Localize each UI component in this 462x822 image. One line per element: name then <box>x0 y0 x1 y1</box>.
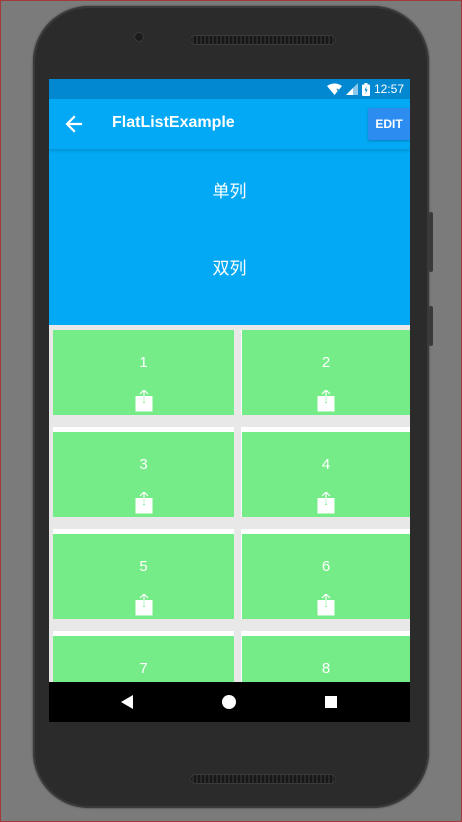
status-bar: 12:57 <box>49 79 410 99</box>
single-column-option[interactable]: 单列 <box>49 177 410 202</box>
list-item[interactable]: 5 <box>53 534 234 619</box>
share-icon[interactable] <box>317 390 335 412</box>
row-divider <box>49 619 410 631</box>
recents-square-icon <box>325 696 337 708</box>
bottom-speaker-grille <box>190 774 336 784</box>
grid-left-edge <box>49 325 53 682</box>
home-circle-icon <box>222 695 236 709</box>
front-camera <box>134 32 144 42</box>
double-column-option[interactable]: 双列 <box>49 254 410 279</box>
row-divider <box>49 415 410 427</box>
item-number: 7 <box>139 660 148 677</box>
list-item[interactable]: 2 <box>242 330 410 415</box>
item-number: 5 <box>139 558 148 575</box>
status-time: 12:57 <box>373 82 404 96</box>
share-icon[interactable] <box>317 594 335 616</box>
nav-home-button[interactable] <box>199 682 259 722</box>
column-divider <box>234 325 241 682</box>
top-speaker-grille <box>190 35 336 45</box>
nav-back-button[interactable] <box>97 682 157 722</box>
layout-options-panel: 单列 双列 <box>49 149 410 325</box>
app-screen: 12:57 FlatListExample EDIT 单列 双列 1 2 3 4… <box>49 79 410 722</box>
power-button <box>429 306 433 346</box>
list-item[interactable]: 3 <box>53 432 234 517</box>
volume-button <box>429 212 433 272</box>
item-number: 6 <box>321 558 331 575</box>
share-icon[interactable] <box>317 492 335 514</box>
app-toolbar: FlatListExample EDIT <box>49 99 410 149</box>
android-nav-bar <box>49 682 410 722</box>
share-icon[interactable] <box>135 594 153 616</box>
flat-list-grid: 1 2 3 4 5 6 7 8 <box>49 325 410 721</box>
page-title: FlatListExample <box>112 114 235 131</box>
item-number: 8 <box>321 660 331 677</box>
nav-recents-button[interactable] <box>301 682 361 722</box>
arrow-left-icon[interactable] <box>63 112 85 136</box>
signal-icon <box>345 83 358 95</box>
share-icon[interactable] <box>135 390 153 412</box>
item-number: 1 <box>139 354 148 371</box>
edit-button[interactable]: EDIT <box>368 108 410 140</box>
battery-icon <box>361 82 370 96</box>
row-divider <box>49 517 410 529</box>
item-number: 4 <box>321 456 331 473</box>
list-item[interactable]: 1 <box>53 330 234 415</box>
back-triangle-icon <box>121 695 133 709</box>
item-number: 3 <box>139 456 148 473</box>
list-item[interactable]: 6 <box>242 534 410 619</box>
wifi-icon <box>326 83 342 95</box>
share-icon[interactable] <box>135 492 153 514</box>
list-item[interactable]: 4 <box>242 432 410 517</box>
item-number: 2 <box>321 354 331 371</box>
